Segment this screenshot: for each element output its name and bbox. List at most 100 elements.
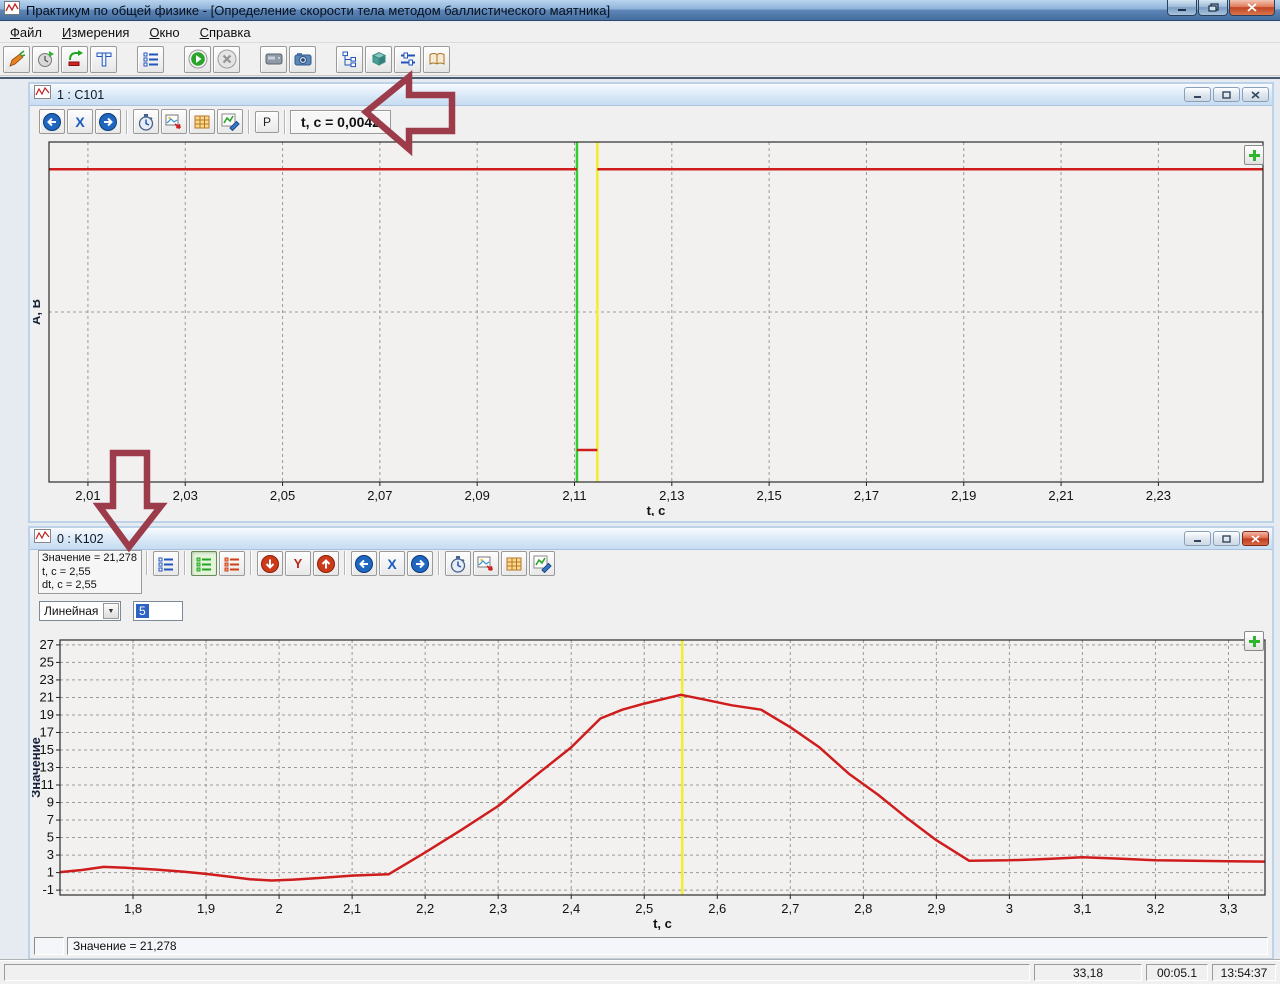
c101-p-button[interactable]: P <box>255 111 279 133</box>
combo-value: Линейная <box>44 604 98 618</box>
list-green-icon <box>195 555 213 573</box>
k102-prev-button[interactable] <box>351 551 377 576</box>
k102-info-panel: Значение = 21,278 t, c = 2,55 dt, c = 2,… <box>38 550 142 594</box>
k102-scale-up-button[interactable] <box>313 551 339 576</box>
k102-maximize-button[interactable] <box>1213 531 1240 546</box>
x-tick-label: 2,15 <box>756 488 781 503</box>
c101-chart-icon <box>34 85 51 104</box>
k102-chart-area[interactable]: 1,81,922,12,22,32,42,52,62,72,82,933,13,… <box>32 628 1272 934</box>
k102-table-button[interactable] <box>501 551 527 576</box>
x-tick-label: 3,3 <box>1219 901 1237 916</box>
x-axis-label: t, c <box>647 503 666 516</box>
k102-list-button[interactable] <box>153 551 179 576</box>
table-icon <box>193 113 211 131</box>
k102-next-button[interactable] <box>407 551 433 576</box>
y-tick-label: 23 <box>40 672 54 687</box>
k102-smoothing-combo[interactable]: Линейная ▼ <box>39 601 121 621</box>
console-panel-button[interactable] <box>260 46 287 73</box>
x-tick-label: 3 <box>1006 901 1013 916</box>
c101-chart-edit-button[interactable] <box>217 109 243 134</box>
nav-left-icon <box>42 112 62 132</box>
c101-prev-button[interactable] <box>39 109 65 134</box>
c101-maximize-button[interactable] <box>1213 87 1240 102</box>
table-icon <box>505 555 523 573</box>
k102-statusbar: Значение = 21,278 <box>34 937 1268 955</box>
experiment-tree-icon <box>341 50 359 68</box>
stop-measure-button[interactable] <box>213 46 240 73</box>
x-tick-label: 2,21 <box>1048 488 1073 503</box>
settings-list-button[interactable] <box>137 46 164 73</box>
reset-undo-button[interactable] <box>61 46 88 73</box>
x-tick-label: 2,6 <box>708 901 726 916</box>
launch-pencil-button[interactable] <box>3 46 30 73</box>
x-tick-label: 2,11 <box>562 488 586 503</box>
y-tick-label: 1 <box>47 865 54 880</box>
x-tick-label: 2,03 <box>173 488 198 503</box>
y-axis-label: А, В <box>33 299 43 325</box>
snapshot-camera-icon <box>294 50 312 68</box>
x-tick-label: 2,1 <box>343 901 361 916</box>
x-tick-label: 2,01 <box>75 488 100 503</box>
circle-arrow-up-icon <box>316 554 336 574</box>
y-tick-label: 27 <box>40 637 54 652</box>
k102-info-t: t, c = 2,55 <box>42 566 138 580</box>
close-button[interactable] <box>1229 0 1275 16</box>
journal-box-button[interactable] <box>365 46 392 73</box>
application-window: Практикум по общей физике - [Определение… <box>0 0 1280 984</box>
start-measure-icon <box>188 49 208 69</box>
k102-export-image-button[interactable] <box>473 551 499 576</box>
menu-item-измерения[interactable]: Измерения <box>52 23 139 42</box>
k102-close-button[interactable] <box>1242 531 1269 546</box>
statusbar-clock: 13:54:37 <box>1212 964 1276 981</box>
c101-export-image-button[interactable] <box>161 109 187 134</box>
c101-stopwatch-button[interactable] <box>133 109 159 134</box>
c101-x-button[interactable]: X <box>67 109 93 134</box>
run-clock-button[interactable] <box>32 46 59 73</box>
processing-options-button[interactable] <box>394 46 421 73</box>
y-tick-label: 25 <box>40 654 54 669</box>
k102-status-value: Значение = 21,278 <box>67 937 1268 955</box>
c101-chart-area[interactable]: 2,012,032,052,072,092,112,132,152,172,19… <box>33 138 1271 516</box>
combo-dropdown-icon[interactable]: ▼ <box>103 603 119 619</box>
experiment-tree-button[interactable] <box>336 46 363 73</box>
k102-toolbar: Значение = 21,278 t, c = 2,55 dt, c = 2,… <box>30 550 1272 598</box>
c101-table-button[interactable] <box>189 109 215 134</box>
list-red-icon <box>223 555 241 573</box>
k102-scale-down-button[interactable] <box>257 551 283 576</box>
x-tick-label: 2,5 <box>635 901 653 916</box>
k102-stopwatch-button[interactable] <box>445 551 471 576</box>
menu-item-файл[interactable]: Файл <box>0 23 52 42</box>
snapshot-camera-button[interactable] <box>289 46 316 73</box>
k102-zoom-plus-button[interactable] <box>1244 631 1264 651</box>
k102-chart-edit-button[interactable] <box>529 551 555 576</box>
k102-list-green-button[interactable] <box>191 551 217 576</box>
sensor-probe-button[interactable] <box>90 46 117 73</box>
menu-item-окно[interactable]: Окно <box>139 23 189 42</box>
statusbar-elapsed: 00:05.1 <box>1146 964 1208 981</box>
nav-left-icon <box>354 554 374 574</box>
k102-x-button[interactable]: X <box>379 551 405 576</box>
c101-zoom-plus-button[interactable] <box>1244 145 1264 165</box>
main-statusbar: 33,18 00:05.1 13:54:37 <box>0 960 1280 984</box>
k102-chart-svg[interactable]: 1,81,922,12,22,32,42,52,62,72,82,933,13,… <box>32 628 1272 934</box>
k102-smoothing-row: Линейная ▼ 5 <box>30 598 1272 624</box>
c101-close-button[interactable] <box>1242 87 1269 102</box>
y-tick-label: -1 <box>42 882 54 897</box>
k102-minimize-button[interactable] <box>1184 531 1211 546</box>
restore-button[interactable] <box>1198 0 1228 16</box>
start-measure-button[interactable] <box>184 46 211 73</box>
nav-right-icon <box>98 112 118 132</box>
x-tick-label: 2,8 <box>854 901 872 916</box>
c101-next-button[interactable] <box>95 109 121 134</box>
k102-list-red-button[interactable] <box>219 551 245 576</box>
menu-item-справка[interactable]: Справка <box>190 23 261 42</box>
k102-titlebar[interactable]: 0 : K102 <box>30 528 1272 550</box>
k102-points-input[interactable]: 5 <box>133 601 183 621</box>
c101-titlebar[interactable]: 1 : C101 <box>30 84 1272 106</box>
c101-minimize-button[interactable] <box>1184 87 1211 102</box>
help-book-button[interactable] <box>423 46 450 73</box>
k102-y-button[interactable]: Y <box>285 551 311 576</box>
minimize-button[interactable] <box>1167 0 1197 16</box>
c101-chart-svg[interactable]: 2,012,032,052,072,092,112,132,152,172,19… <box>33 138 1271 516</box>
points-value: 5 <box>136 604 149 618</box>
